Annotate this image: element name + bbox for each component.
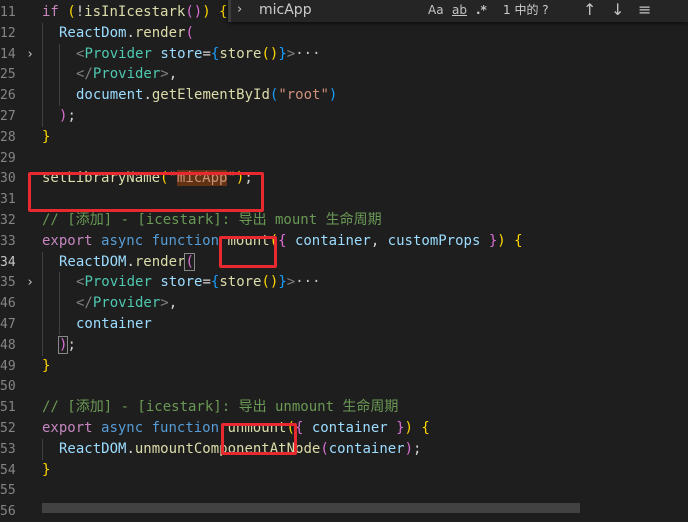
use-regex-button[interactable]: .* [476,1,487,19]
code-text: <Provider store={store()}>··· [76,45,321,62]
code-editor[interactable]: 11 if (!isInIcestark()) { 12 ReactDom.rende… [0,0,688,519]
code-line[interactable]: 48); [0,334,688,356]
indent-guide [42,64,43,86]
indent-guide [59,314,60,335]
hamburger-icon[interactable]: ≡ [638,0,651,20]
toggle-replace-icon[interactable]: › [237,0,242,20]
indent-guide [42,22,43,44]
line-number: 12 [0,25,16,41]
line-number: 50 [0,379,16,395]
code-text: } [42,128,51,145]
code-line[interactable]: 28} [0,127,688,148]
line-number: 46 [0,296,16,312]
code-text: } [42,357,51,374]
find-widget-sash[interactable] [228,0,231,22]
code-text: // [添加] - [icestark]: 导出 mount 生命周期 [42,212,382,228]
code-line[interactable]: 54} [0,460,688,481]
indent-guide [42,106,43,127]
code-text: // [添加] - [icestark]: 导出 unmount 生命周期 [42,399,399,416]
line-number: 47 [0,317,16,332]
arrow-down-icon[interactable]: ↓ [611,0,624,20]
line-number: 29 [0,150,16,166]
code-text: if (!isInIcestark()) { [42,4,228,20]
fold-chevron-icon[interactable]: › [24,44,36,65]
line-number: 27 [0,109,16,124]
indent-guide [59,293,60,315]
line-number: 55 [0,483,16,499]
code-line[interactable]: 32 // [添加] - [icestark]: 导出 mount 生命周期 [0,210,688,231]
code-text: <Provider store={store()}>··· [76,274,321,291]
code-text: ReactDom.render( [59,24,194,41]
indent-guide [42,314,43,335]
code-text: container [76,316,152,332]
code-line[interactable]: 35 › <Provider store={store()}>··· [0,272,688,294]
line-number: 31 [0,192,16,208]
code-text: ); [59,108,76,124]
code-text: </Provider>, [76,295,178,312]
line-number: 49 [0,358,16,374]
code-line[interactable]: 12 ReactDom.render( [0,22,688,44]
line-number: 30 [0,171,16,187]
line-number: 53 [0,441,16,457]
fold-chevron-icon[interactable]: › [24,272,36,293]
indent-guide [42,334,43,356]
annotation-box-unmount [221,423,297,455]
code-line[interactable]: 14 › <Provider store={store()}>··· [0,43,688,65]
code-text: </Provider>, [76,66,178,83]
code-text: ReactDOM.render( [59,252,195,271]
line-number: 51 [0,400,16,416]
code-line[interactable]: 26 document.getElementById("root") [0,85,688,107]
line-number: 34 [0,254,16,270]
indent-guide [42,251,43,273]
arrow-up-icon[interactable]: ↑ [583,0,596,20]
indent-guide [42,43,43,65]
code-line[interactable]: 33 export async function mount({ containe… [0,231,688,252]
indent-guide [59,43,60,65]
code-line[interactable]: 29 [0,148,688,169]
line-number: 54 [0,462,16,478]
code-line[interactable]: 47 container [0,314,688,335]
indent-guide [59,85,60,107]
line-number: 32 [0,213,16,228]
line-number: 33 [0,233,16,249]
code-line[interactable]: 25 </Provider>, [0,64,688,86]
find-result-count: 1 中的 ? [503,3,549,17]
line-number: 28 [0,129,16,145]
indent-guide [42,85,43,107]
find-widget: › micApp Aa ab .* 1 中的 ? ↑ ↓ ≡ [228,0,688,22]
indent-guide [42,438,43,460]
code-line[interactable]: 27); [0,106,688,127]
line-number: 25 [0,67,16,83]
line-number: 35 [0,275,16,291]
line-number: 48 [0,337,16,353]
code-text: ); [57,335,76,354]
indent-guide [59,64,60,86]
line-number: 14 [0,46,16,62]
indent-guide [42,272,43,294]
code-line[interactable]: 53 ReactDOM.unmountComponentAtNode(contai… [0,438,688,460]
code-line[interactable]: 50 [0,376,688,397]
find-input[interactable]: micApp [259,0,312,20]
code-text: export async function mount({ container,… [42,232,523,249]
code-line[interactable]: 34 ReactDOM.render( [0,251,688,273]
annotation-box-mount [219,236,277,268]
code-line[interactable]: 51 // [添加] - [icestark]: 导出 unmount 生命周期 [0,397,688,418]
line-number: 52 [0,421,16,436]
line-number: 11 [0,5,16,20]
indent-guide [59,272,60,294]
line-number: 56 [0,504,16,520]
match-case-button[interactable]: Aa [428,1,444,19]
line-number: 26 [0,88,16,104]
code-line[interactable]: 49} [0,356,688,377]
code-line[interactable]: 46 </Provider>, [0,293,688,315]
code-line[interactable]: 52 export async function unmount({ contai… [0,418,688,439]
code-text: } [42,461,51,478]
annotation-box-setlibraryname [28,172,264,212]
match-whole-word-button[interactable]: ab [452,1,467,19]
code-text: document.getElementById("root") [76,87,338,104]
code-line[interactable]: 55 [0,480,688,501]
indent-guide [42,293,43,315]
horizontal-scrollbar[interactable] [42,503,580,513]
